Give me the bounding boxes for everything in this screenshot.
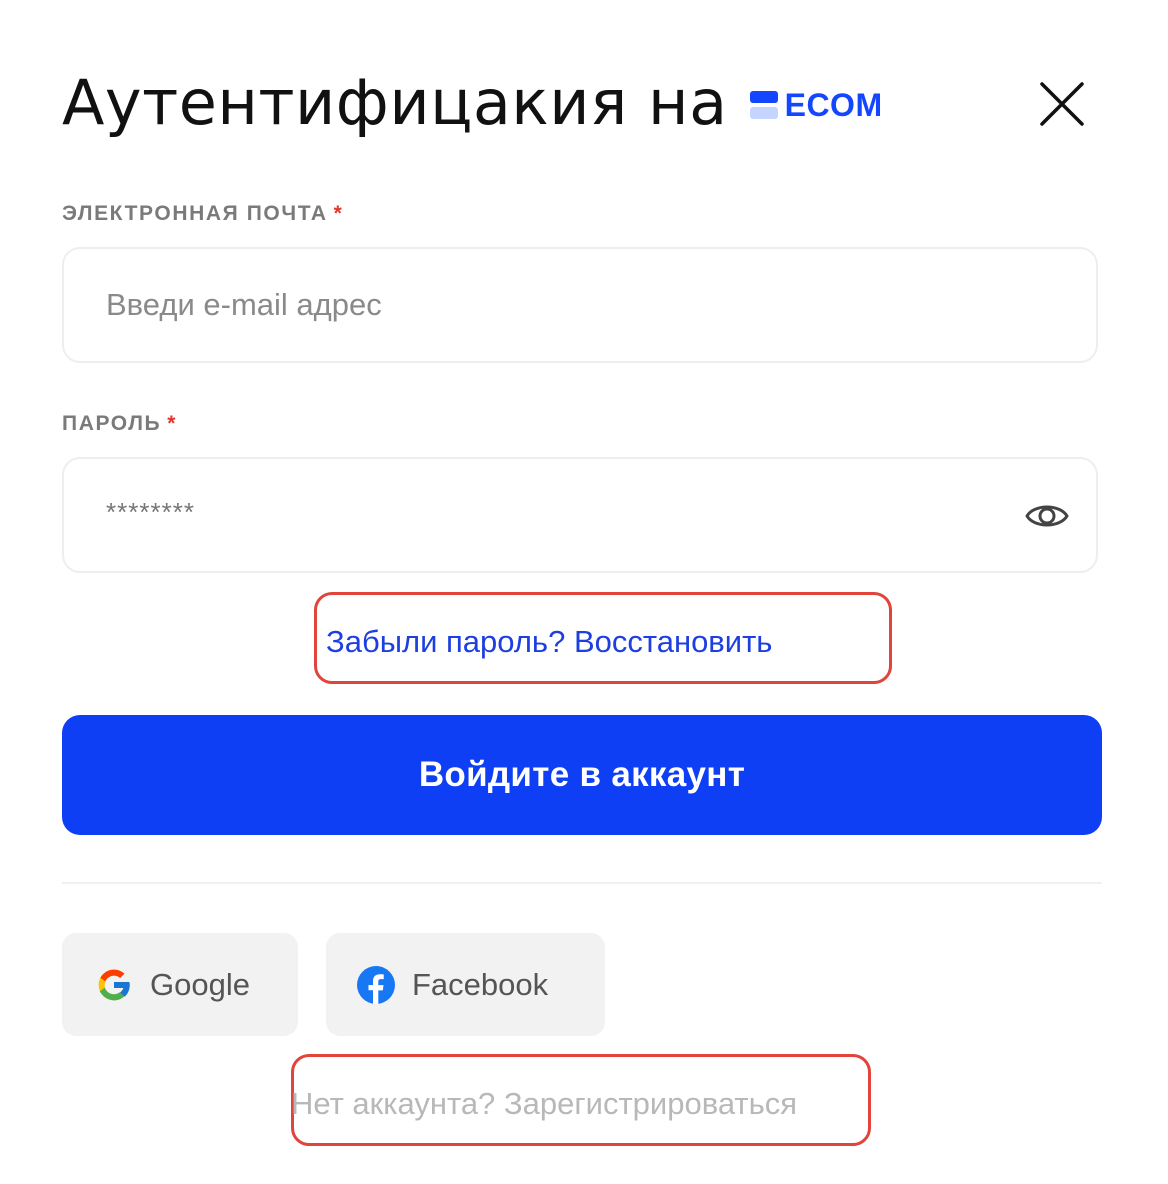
register-link[interactable]: Нет аккаунта? Зарегистрироваться bbox=[291, 1086, 797, 1122]
forgot-password-link[interactable]: Забыли пароль? Восстановить bbox=[326, 624, 772, 660]
password-label: ПАРОЛЬ * bbox=[62, 412, 177, 436]
eye-icon bbox=[1025, 505, 1069, 527]
divider bbox=[62, 882, 1102, 884]
password-field[interactable]: ******** bbox=[62, 457, 1098, 573]
password-input[interactable]: ******** bbox=[106, 497, 195, 528]
facebook-login-button[interactable]: Facebook bbox=[326, 933, 605, 1036]
facebook-label: Facebook bbox=[412, 966, 549, 1002]
login-button[interactable]: Войдите в аккаунт bbox=[62, 715, 1102, 835]
brand-logo: ECOM bbox=[749, 86, 883, 124]
google-icon bbox=[98, 969, 131, 1000]
google-login-button[interactable]: Google bbox=[62, 933, 298, 1036]
facebook-icon bbox=[357, 965, 395, 1004]
email-label: ЭЛЕКТРОННАЯ ПОЧТА * bbox=[62, 202, 343, 226]
header: Аутентифицакия на ECOM bbox=[62, 62, 883, 142]
close-icon bbox=[1040, 82, 1084, 126]
password-label-text: ПАРОЛЬ bbox=[62, 412, 162, 435]
email-field[interactable] bbox=[62, 247, 1098, 363]
brand-mark-icon bbox=[749, 91, 778, 119]
email-required-mark: * bbox=[333, 202, 344, 225]
brand-name: ECOM bbox=[784, 86, 883, 123]
password-required-mark: * bbox=[167, 412, 178, 435]
email-label-text: ЭЛЕКТРОННАЯ ПОЧТА bbox=[62, 202, 328, 225]
close-button[interactable] bbox=[1036, 78, 1088, 130]
login-page: Аутентифицакия на ECOM ЭЛЕКТРОННАЯ ПОЧТА… bbox=[0, 0, 1168, 1184]
page-title: Аутентифицакия на bbox=[62, 65, 728, 139]
email-input[interactable] bbox=[106, 249, 1006, 361]
toggle-password-visibility-button[interactable] bbox=[1024, 497, 1070, 535]
google-label: Google bbox=[150, 966, 250, 1002]
